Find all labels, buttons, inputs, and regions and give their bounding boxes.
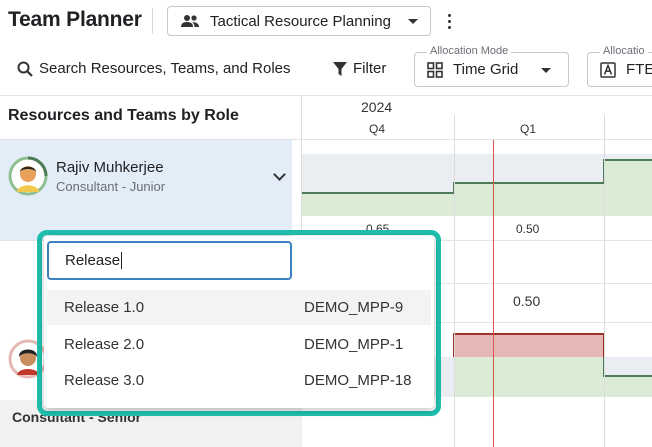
over-allocation-area	[454, 334, 604, 357]
allocation-area-q4	[302, 193, 454, 216]
project-search-dropdown: Release Release 1.0 DEMO_MPP-9 Release 2…	[44, 236, 434, 408]
option-code: DEMO_MPP-1	[304, 336, 404, 353]
option-name: Release 3.0	[64, 372, 145, 389]
option-name: Release 1.0	[64, 299, 145, 316]
allocation-area-q2	[604, 160, 652, 216]
dropdown-option[interactable]: Release 3.0 DEMO_MPP-18	[47, 363, 431, 398]
allocation-total-q1: 0.50	[513, 293, 541, 309]
today-marker	[493, 140, 494, 447]
lower-allocation-area-q2	[604, 376, 652, 397]
dropdown-option[interactable]: Release 1.0 DEMO_MPP-9	[47, 290, 431, 325]
lower-allocation-area	[454, 357, 604, 397]
allocation-value-q1: 0.50	[516, 222, 540, 236]
dropdown-option[interactable]: Release 2.0 DEMO_MPP-1	[47, 327, 431, 362]
option-code: DEMO_MPP-9	[304, 299, 404, 316]
option-name: Release 2.0	[64, 336, 145, 353]
project-search-value: Release	[65, 252, 121, 269]
text-cursor	[121, 252, 123, 269]
grid-divider-q1-q2	[604, 115, 605, 447]
option-code: DEMO_MPP-18	[304, 372, 412, 389]
allocation-area-q1	[454, 183, 604, 216]
grid-divider-q4-q1	[454, 115, 455, 447]
project-search-input[interactable]: Release	[47, 241, 292, 280]
